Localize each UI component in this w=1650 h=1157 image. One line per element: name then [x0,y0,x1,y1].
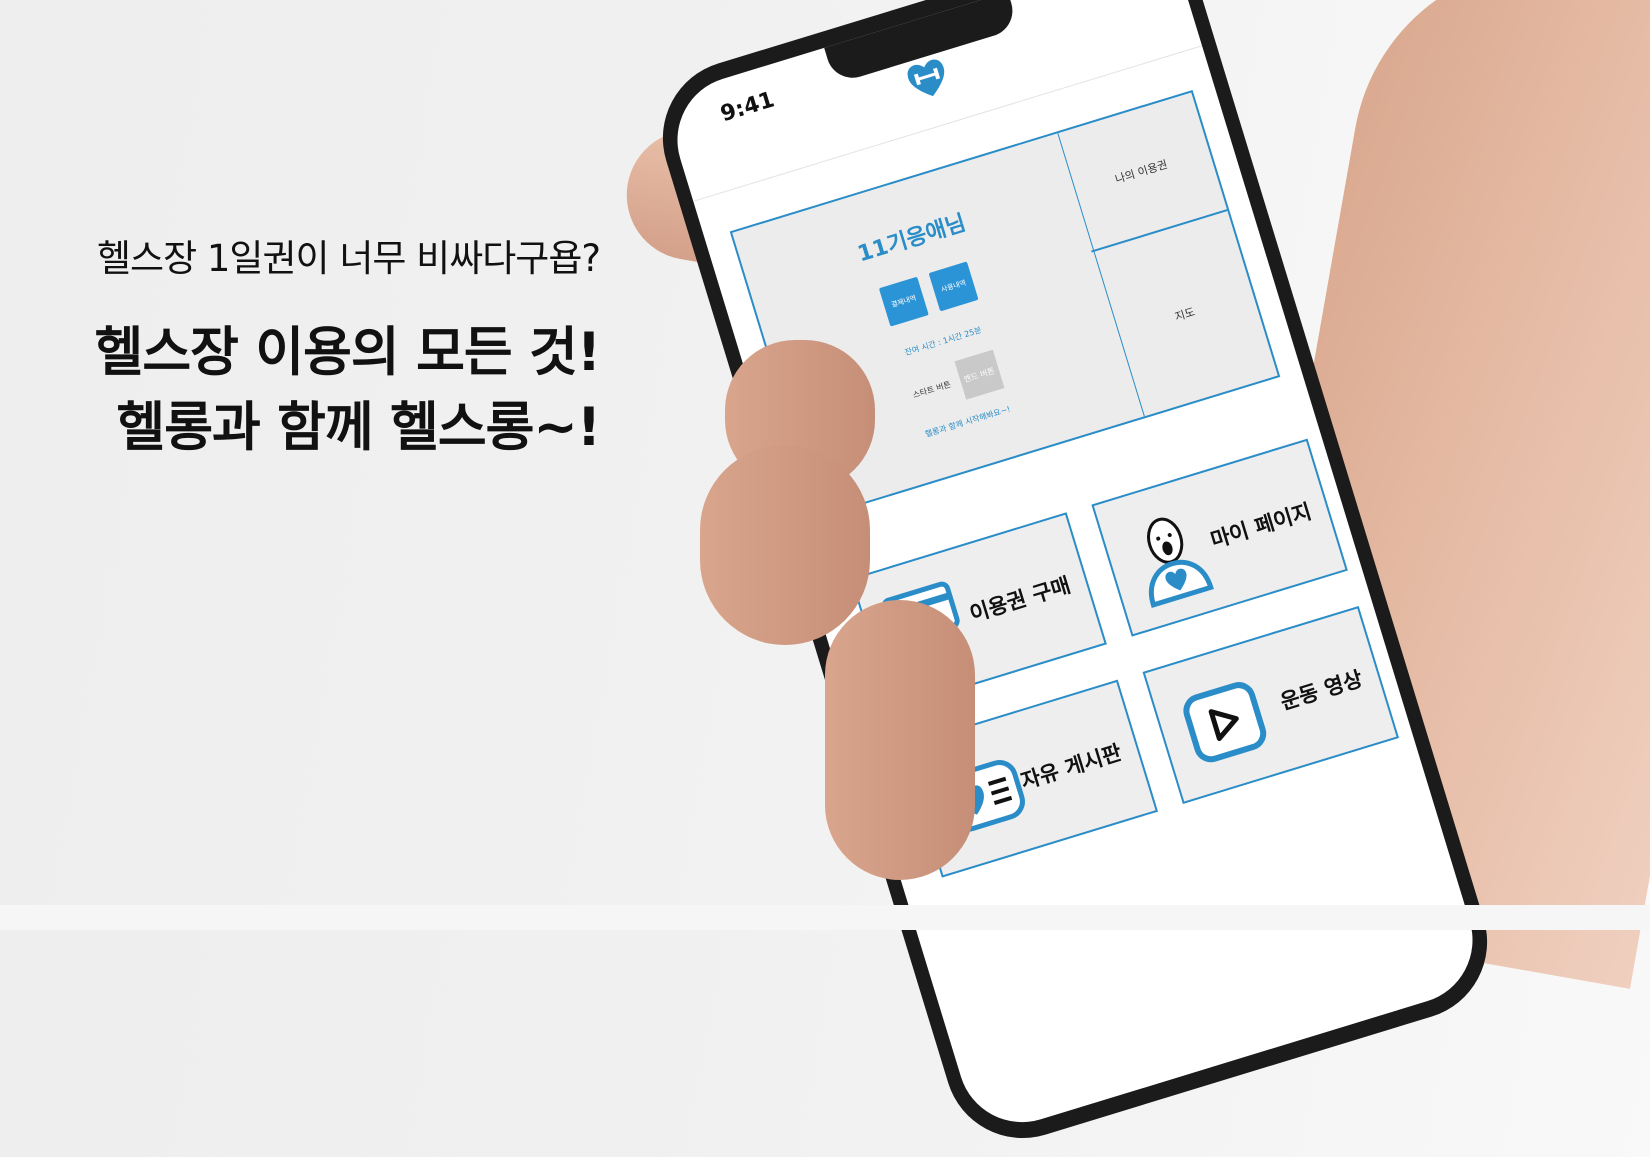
user-profile-icon [1147,517,1214,609]
menu-label-mypage: 마이 페이지 [1207,499,1315,553]
finger-ring-image [825,600,975,880]
usage-history-button[interactable]: 사용내역 [928,261,979,312]
hero-headline-line-2: 헬롱과 함께 헬스롱~! [116,397,601,458]
payment-history-button[interactable]: 결제내역 [878,276,929,327]
play-icon [1183,682,1267,763]
menu-card-workout-video[interactable]: 운동 영상 [1142,605,1400,804]
start-button[interactable]: 스타트 버튼 [911,378,952,400]
status-bar-time: 9:41 [717,87,778,128]
hero-headline: 헬스장 이용의 모든 것! 헬롱과 함께 헬스롱~! [94,315,601,465]
hero-headline-line-1: 헬스장 이용의 모든 것! [94,322,601,383]
hero-subtitle: 헬스장 1일권이 너무 비싸다구욥? [97,237,601,280]
bottom-strip [0,905,1650,930]
menu-label-video: 운동 영상 [1277,666,1366,715]
menu-card-my-page[interactable]: 마이 페이지 [1091,438,1348,637]
finger-middle-image [700,445,870,645]
end-button[interactable]: 엔드 버튼 [954,349,1005,400]
hero-text-block: 헬스장 1일권이 너무 비싸다구욥? 헬스장 이용의 모든 것! 헬롱과 함께 … [0,0,601,930]
menu-label-board: 자유 게시판 [1018,740,1125,794]
menu-label-buy: 이용권 구매 [966,572,1074,627]
